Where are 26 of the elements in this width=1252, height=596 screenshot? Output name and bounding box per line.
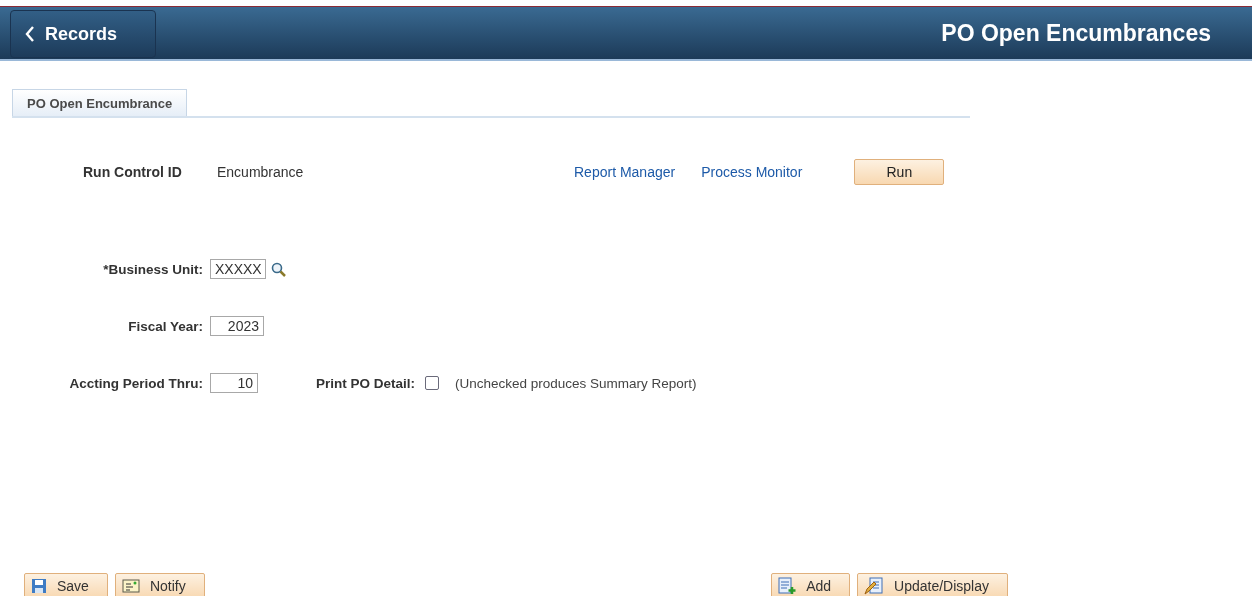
add-button[interactable]: Add	[771, 573, 851, 596]
field-label: Run Control ID	[83, 164, 183, 180]
hint-text: (Unchecked produces Summary Report)	[455, 375, 697, 391]
notify-button[interactable]: Notify	[114, 573, 205, 596]
link[interactable]: Process Monitor	[701, 164, 803, 180]
checkbox[interactable]	[425, 376, 439, 390]
save-button[interactable]: Save	[24, 573, 108, 596]
field-value: Encumbrance	[217, 164, 305, 180]
search-icon[interactable]	[271, 261, 286, 277]
document-edit-icon	[864, 577, 885, 595]
note-icon	[121, 579, 140, 593]
chevron-icon	[25, 26, 35, 42]
link[interactable]: Report Manager	[574, 164, 676, 180]
field-label: Fiscal Year:	[127, 318, 203, 334]
run-button[interactable]: Run	[854, 159, 945, 185]
checkbox-label: Print PO Detail:	[316, 375, 415, 391]
back-button[interactable]: Records	[10, 10, 156, 58]
field-label: Accting Period Thru:	[68, 375, 203, 391]
field-label: *Business Unit:	[102, 261, 203, 277]
page-title: PO Open Encumbrances	[941, 19, 1211, 47]
input-field[interactable]: 2023	[210, 316, 264, 336]
input-field[interactable]: 10	[210, 373, 258, 393]
update-display-button[interactable]: Update/Display	[857, 573, 1008, 596]
document-add-icon	[778, 577, 797, 595]
tab[interactable]: PO Open Encumbrance	[12, 89, 188, 116]
input-field[interactable]: XXXXX	[210, 259, 266, 279]
